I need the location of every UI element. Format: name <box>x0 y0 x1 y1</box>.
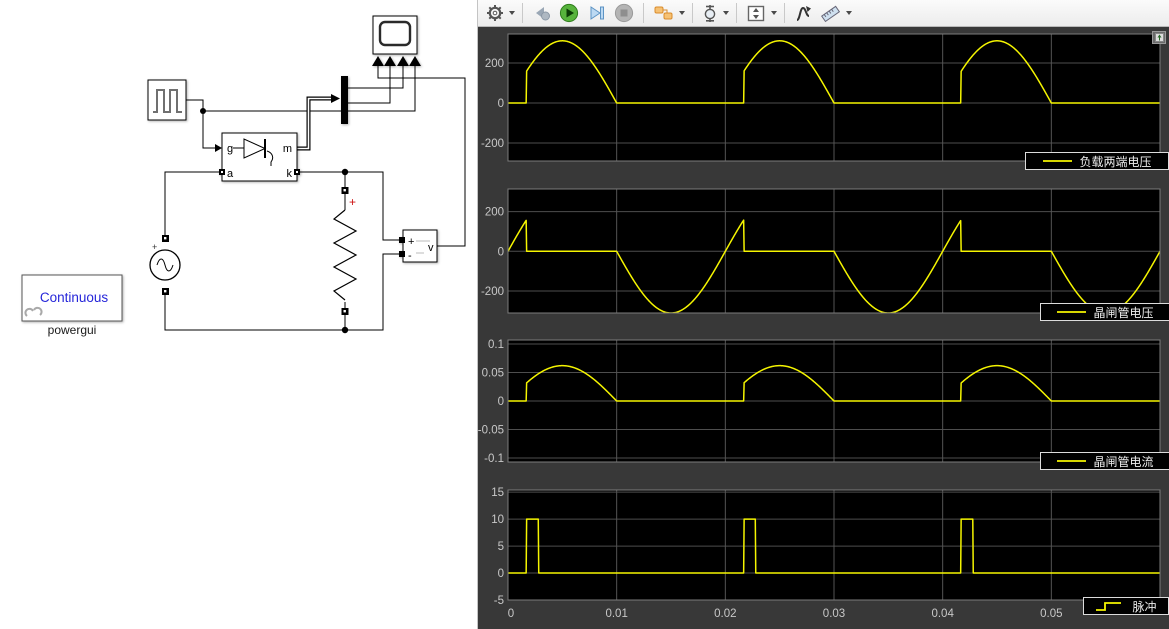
svg-text:k: k <box>287 168 293 180</box>
y-tick-label: -0.05 <box>478 425 504 437</box>
y-tick-label: -200 <box>481 286 504 298</box>
simulink-blocks-icon <box>653 4 674 22</box>
x-tick-label: 0.03 <box>823 608 845 620</box>
scale-y-axes-button[interactable] <box>743 1 769 25</box>
legend-label: 晶闸管电流 <box>1093 453 1153 470</box>
powergui-block[interactable]: Continuous <box>22 275 122 321</box>
scope-block[interactable] <box>372 16 421 66</box>
resistor-polarity: + <box>349 195 356 209</box>
x-tick-label: 0.02 <box>714 608 736 620</box>
toolbar-separator <box>736 3 737 23</box>
legend-label: 负载两端电压 <box>1079 153 1151 170</box>
y-tick-label: 0 <box>498 396 504 408</box>
svg-text:+: + <box>408 236 414 248</box>
y-tick-label: 15 <box>491 487 504 499</box>
scope-plot-area[interactable]: 2000-2002000-2000.10.050-0.05-0.1151050-… <box>478 27 1169 629</box>
signal-wires <box>165 66 465 330</box>
step-forward-icon <box>587 4 606 22</box>
legend-2: 晶闸管电压 <box>1040 303 1169 321</box>
stop-icon <box>614 3 634 23</box>
measurements-dropdown-caret[interactable] <box>846 11 852 15</box>
model-diagram: g m a k + <box>0 0 477 629</box>
svg-text:v: v <box>428 242 434 254</box>
svg-text:-: - <box>408 250 412 262</box>
toolbar-separator <box>522 3 523 23</box>
powergui-label: powergui <box>48 323 97 337</box>
legend-line-sample <box>1042 156 1073 167</box>
scope-screen-icon <box>380 22 410 45</box>
vector-signal-wire <box>297 94 340 149</box>
ac-voltage-source-block[interactable]: + <box>150 235 180 295</box>
gear-icon <box>486 4 504 22</box>
scale-dropdown-caret[interactable] <box>771 11 777 15</box>
legend-line-sample <box>1095 601 1126 612</box>
legend-line-sample <box>1056 456 1087 467</box>
scope-input-ports <box>372 56 421 66</box>
expand-icon <box>1155 33 1164 42</box>
legend-1: 负载两端电压 <box>1025 152 1169 170</box>
signal-cursor-button[interactable] <box>791 1 815 25</box>
x-tick-label: 0 <box>508 608 514 620</box>
signal-cursor-icon <box>794 4 812 23</box>
run-icon <box>559 3 579 23</box>
thyristor-block[interactable]: g m a k <box>219 133 300 181</box>
y-tick-label: 10 <box>491 514 504 526</box>
legend-3: 晶闸管电流 <box>1040 452 1169 470</box>
pulse-generator-block[interactable] <box>148 80 186 120</box>
scope-toolbar <box>478 0 1169 27</box>
highlight-simulink-block-button[interactable] <box>650 1 677 25</box>
run-button[interactable] <box>556 1 582 25</box>
legend-label: 晶闸管电压 <box>1093 304 1153 321</box>
scope-window: 2000-2002000-2000.10.050-0.05-0.1151050-… <box>478 0 1169 629</box>
step-back-button[interactable] <box>529 1 554 25</box>
scope-plots[interactable]: 2000-2002000-2000.10.050-0.05-0.1151050-… <box>478 27 1169 629</box>
y-tick-label: 0 <box>498 246 504 258</box>
settings-dropdown-caret[interactable] <box>509 11 515 15</box>
y-tick-label: -200 <box>481 138 504 150</box>
y-tick-label: 0 <box>498 568 504 580</box>
powergui-mode-text: Continuous <box>40 290 109 305</box>
expand-axes-button[interactable] <box>1152 31 1166 44</box>
toolbar-separator <box>643 3 644 23</box>
x-tick-label: 0.01 <box>605 608 627 620</box>
x-tick-label: 0.05 <box>1040 608 1062 620</box>
legend-label: 脉冲 <box>1132 598 1156 615</box>
y-tick-label: 0.05 <box>482 367 504 379</box>
svg-text:a: a <box>227 168 234 180</box>
legend-line-sample <box>1056 307 1087 318</box>
source-polarity: + <box>152 242 157 252</box>
settings-gear-button[interactable] <box>483 1 507 25</box>
step-back-icon <box>532 4 551 22</box>
wire-arrowhead <box>215 144 222 152</box>
triggers-dropdown-caret[interactable] <box>723 11 729 15</box>
y-tick-label: -5 <box>494 595 504 607</box>
toolbar-separator <box>784 3 785 23</box>
measurements-button[interactable] <box>817 1 844 25</box>
svg-text:g: g <box>227 143 233 155</box>
scale-axes-icon <box>746 4 766 23</box>
x-tick-label: 0.04 <box>931 608 954 620</box>
y-tick-label: 0 <box>498 98 504 110</box>
trigger-icon <box>702 4 718 23</box>
voltage-measurement-block[interactable]: + - v <box>399 230 437 262</box>
ruler-icon <box>820 4 841 23</box>
y-tick-label: -0.1 <box>484 453 504 465</box>
resistor-zigzag-icon <box>334 210 356 300</box>
highlight-dropdown-caret[interactable] <box>679 11 685 15</box>
matlab-simulink-workspace: g m a k + <box>0 0 1169 629</box>
demux-block[interactable] <box>341 76 348 124</box>
svg-text:m: m <box>283 143 292 155</box>
y-tick-label: 200 <box>485 207 504 219</box>
legend-4: 脉冲 <box>1083 597 1169 615</box>
triggers-button[interactable] <box>699 1 721 25</box>
stop-button[interactable] <box>611 1 637 25</box>
step-forward-button[interactable] <box>584 1 609 25</box>
y-tick-label: 5 <box>498 541 504 553</box>
toolbar-separator <box>692 3 693 23</box>
y-tick-label: 200 <box>485 58 504 70</box>
simulink-model-canvas[interactable]: g m a k + <box>0 0 478 629</box>
y-tick-label: 0.1 <box>488 339 504 351</box>
